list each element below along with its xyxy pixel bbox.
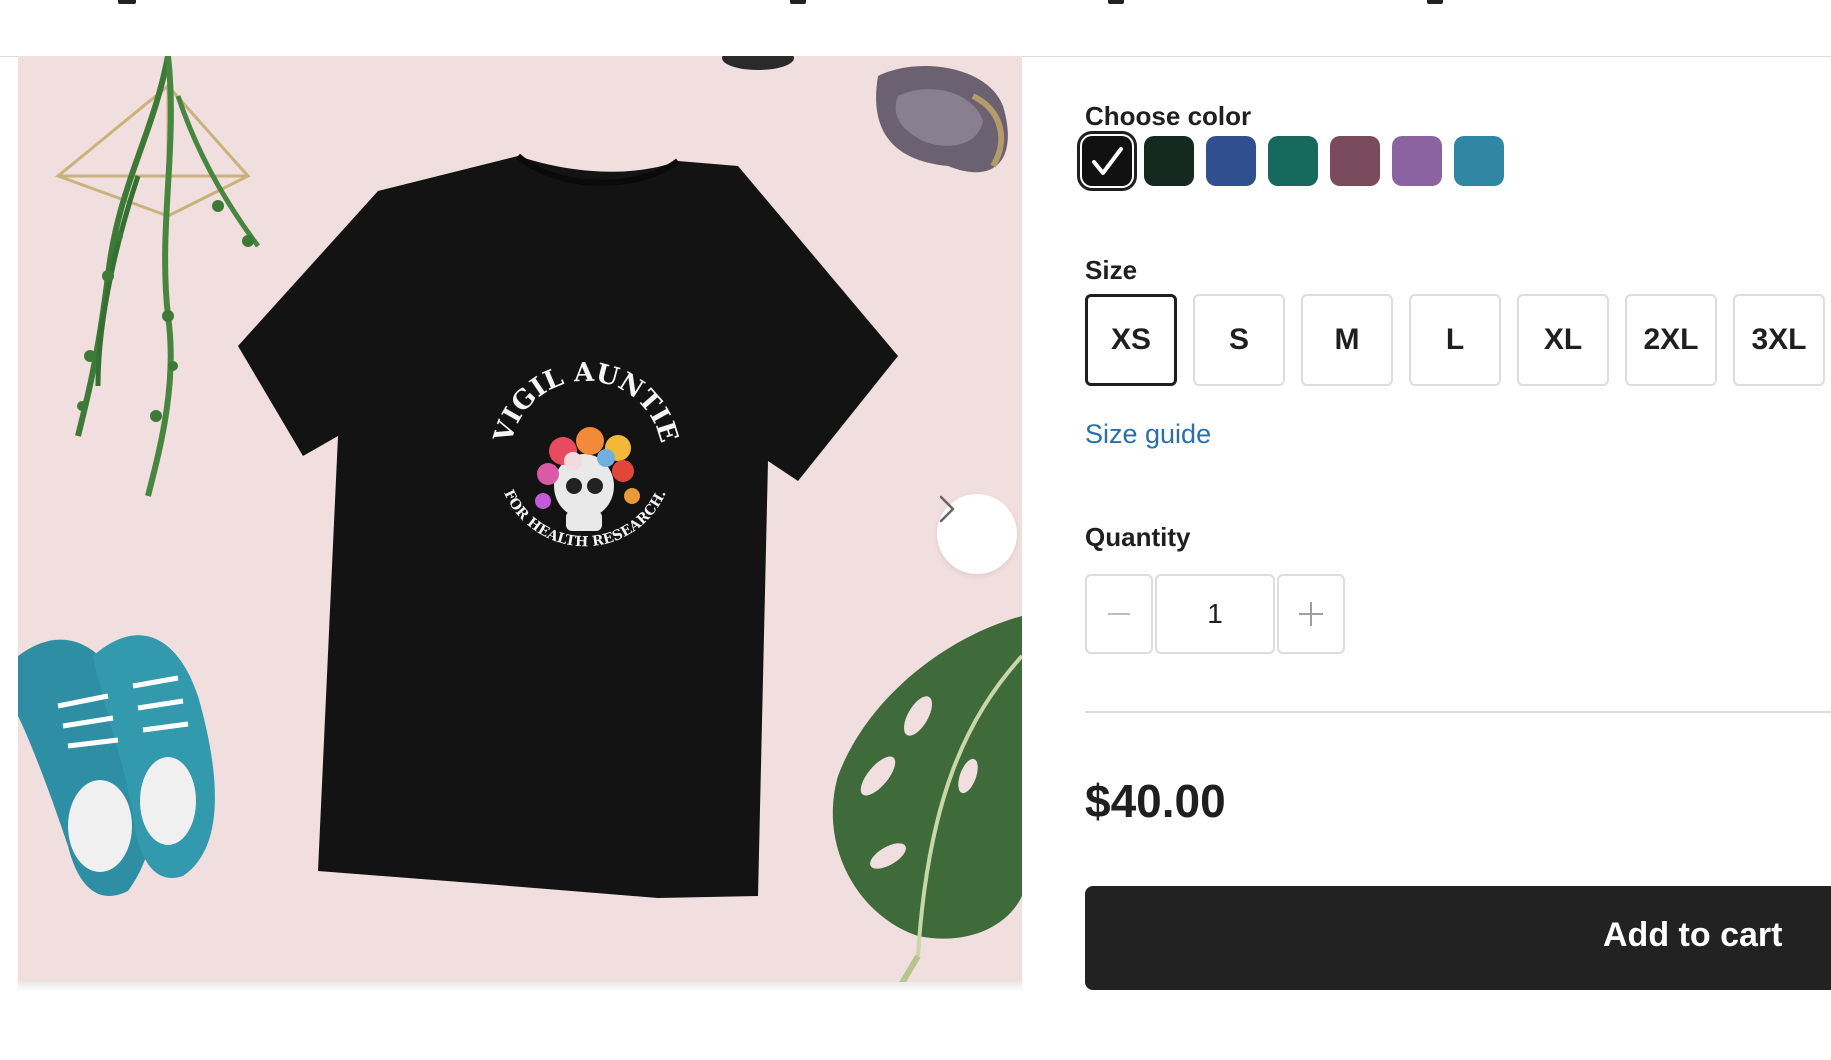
monstera-leaf-decoration	[832, 616, 1022, 990]
next-image-button[interactable]	[937, 494, 1017, 574]
product-photo: VIGIL AUNTIE FOR HEALTH RESEARCH.	[18, 56, 1022, 990]
size-option-m[interactable]: M	[1301, 294, 1393, 386]
nav-fragment	[118, 0, 136, 4]
quantity-stepper: 1	[1085, 574, 1345, 654]
color-swatch-teal[interactable]	[1268, 136, 1318, 186]
divider	[1085, 711, 1831, 713]
color-swatch-mauve[interactable]	[1330, 136, 1380, 186]
jar-decoration	[722, 56, 794, 70]
plus-icon	[1299, 602, 1323, 626]
nav-fragment	[1427, 0, 1443, 4]
decrement-button[interactable]	[1085, 574, 1153, 654]
quantity-input[interactable]: 1	[1155, 574, 1275, 654]
checkmark-icon	[1092, 147, 1123, 175]
size-options: XS S M L XL 2XL 3XL	[1085, 294, 1825, 386]
size-option-s[interactable]: S	[1193, 294, 1285, 386]
add-to-cart-button[interactable]: Add to cart	[1085, 886, 1831, 990]
size-option-xl[interactable]: XL	[1517, 294, 1609, 386]
chevron-right-icon	[939, 495, 955, 523]
size-option-xs[interactable]: XS	[1085, 294, 1177, 386]
color-swatch-dark-green[interactable]	[1144, 136, 1194, 186]
size-option-3xl[interactable]: 3XL	[1733, 294, 1825, 386]
size-option-l[interactable]: L	[1409, 294, 1501, 386]
color-swatch-purple[interactable]	[1392, 136, 1442, 186]
price: $40.00	[1085, 775, 1226, 827]
product-image: VIGIL AUNTIE FOR HEALTH RESEARCH.	[18, 56, 1022, 990]
size-label: Size	[1085, 255, 1138, 285]
add-to-cart-label: Add to cart	[1603, 916, 1783, 954]
color-swatches	[1077, 131, 1504, 191]
minus-icon	[1108, 613, 1130, 615]
nav-fragment	[790, 0, 806, 4]
color-label: Choose color	[1085, 101, 1252, 131]
color-swatch-black[interactable]	[1077, 131, 1137, 191]
size-option-2xl[interactable]: 2XL	[1625, 294, 1717, 386]
gallery-shadow	[18, 982, 1022, 992]
top-navigation	[0, 0, 1831, 57]
increment-button[interactable]	[1277, 574, 1345, 654]
color-swatch-ocean[interactable]	[1454, 136, 1504, 186]
sneakers-decoration	[18, 635, 215, 896]
quantity-label: Quantity	[1085, 522, 1191, 552]
nav-fragment	[1108, 0, 1124, 4]
geode-decoration	[876, 66, 1008, 173]
color-swatch-blue[interactable]	[1206, 136, 1256, 186]
size-guide-link[interactable]: Size guide	[1085, 419, 1211, 450]
